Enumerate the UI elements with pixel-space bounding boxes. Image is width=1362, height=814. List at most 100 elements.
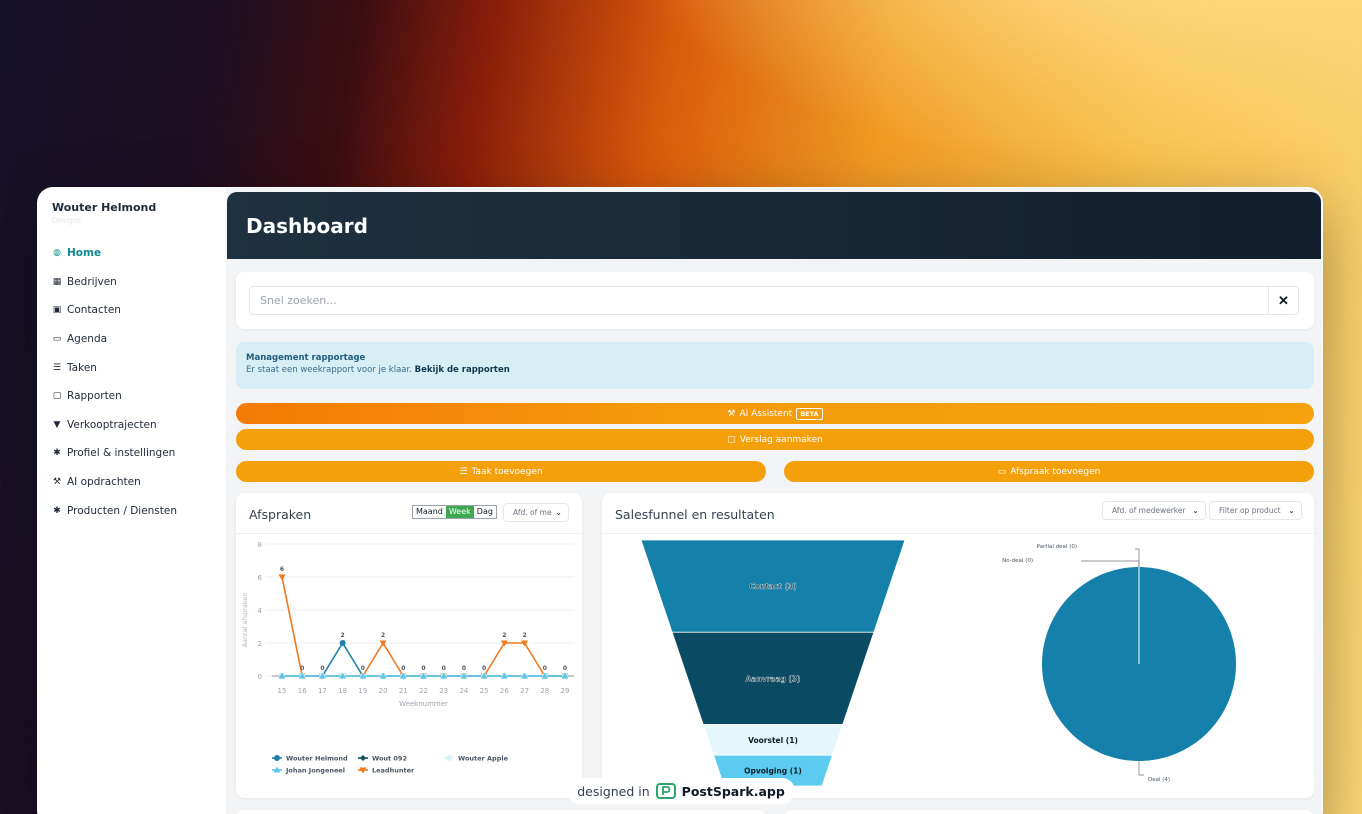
gear-icon: ✱ [53, 505, 61, 516]
x-tick-label: 26 [500, 687, 509, 695]
sidebar-item-ai-opdrachten[interactable]: ⚒ AI opdrachten [52, 468, 226, 497]
period-option-dag[interactable]: Dag [474, 506, 496, 518]
search-input[interactable] [249, 286, 1269, 315]
legend-label: Wouter Apple [458, 755, 509, 763]
funnel-label: Opvolging (1) [744, 767, 802, 776]
legend-label: Leadhunter [372, 767, 415, 775]
contact-card-icon: ▣ [52, 305, 62, 316]
dashboard-icon: ◍ [53, 248, 61, 259]
app-window: Wouter Helmond Designs ◍ Home ▦ Bedrijven ▣ C… [37, 187, 1323, 814]
x-tick-label: 17 [318, 687, 327, 695]
calendar-icon: ▭ [52, 334, 62, 345]
x-tick-label: 18 [338, 687, 347, 695]
sidebar-item-label: Profiel & instellingen [67, 447, 176, 460]
appointments-title: Afspraken [249, 507, 312, 522]
funnel-label: Voorstel (1) [748, 736, 798, 745]
data-label: 0 [442, 665, 446, 672]
company-name: Wouter Helmond [52, 201, 157, 214]
legend-item[interactable]: Wout 092 [358, 755, 407, 763]
sidebar-item-label: Verkooptrajecten [67, 418, 157, 431]
x-tick-label: 25 [480, 687, 489, 695]
salesfunnel-card: Salesfunnel en resultaten Afd. of medewe… [602, 493, 1314, 798]
product-filter-select[interactable]: Filter op product ⌄ [1209, 501, 1302, 520]
funnel-label: Contact (3) [749, 582, 796, 591]
sidebar-item-home[interactable]: ◍ Home [52, 239, 226, 268]
data-label: 0 [543, 665, 547, 672]
period-toggle: Maand Week Dag [412, 505, 497, 519]
data-label: 6 [280, 566, 284, 573]
x-tick-label: 28 [540, 687, 549, 695]
search-card: ✕ [236, 272, 1314, 329]
add-task-label: Taak toevoegen [471, 466, 543, 477]
pie-label-leader [1138, 761, 1144, 776]
sidebar-item-rapporten[interactable]: ▢ Rapporten [52, 382, 226, 411]
period-option-week[interactable]: Week [445, 506, 474, 518]
employee-filter-value: Afd. of medewerker [1112, 506, 1186, 515]
sidebar-item-bedrijven[interactable]: ▦ Bedrijven [52, 268, 226, 297]
legend-item[interactable]: Wouter Apple [444, 755, 509, 763]
create-report-button[interactable]: ▢ Verslag aanmaken [236, 429, 1314, 450]
search-clear-button[interactable]: ✕ [1268, 286, 1299, 315]
magic-wand-icon: ⚒ [727, 408, 736, 419]
ai-assistant-label: AI Assistent [739, 408, 793, 419]
sidebar-item-label: Taken [67, 361, 97, 374]
gear-icon: ✱ [53, 448, 61, 459]
alert-text: Er staat een weekrapport voor je klaar. [246, 365, 412, 375]
card-edge [784, 810, 1314, 814]
add-task-button[interactable]: ☰ Taak toevoegen [236, 461, 766, 482]
add-appointment-label: Afspraak toevoegen [1010, 466, 1101, 477]
badge-prefix: designed in [577, 783, 650, 799]
data-label: 0 [462, 665, 466, 672]
legend-label: Wouter Helmond [286, 755, 348, 763]
data-label: 0 [421, 665, 425, 672]
view-reports-link[interactable]: Bekijk de rapporten [415, 365, 510, 375]
sidebar-item-agenda[interactable]: ▭ Agenda [52, 325, 226, 354]
sidebar-item-verkooptrajecten[interactable]: ▼ Verkooptrajecten [52, 411, 226, 440]
legend-label: Johan Jongeneel [285, 767, 345, 775]
data-label: 0 [361, 665, 365, 672]
y-tick-label: 8 [258, 541, 262, 549]
sidebar-item-producten-diensten[interactable]: ✱ Producten / Diensten [52, 496, 226, 525]
alert-body: Er staat een weekrapport voor je klaar. … [246, 365, 1304, 375]
ai-assistant-button[interactable]: ⚒ AI Assistent BETA [236, 403, 1314, 424]
employee-filter-select[interactable]: Afd. of medewerker ⌄ [1102, 501, 1206, 520]
sidebar-item-contacten[interactable]: ▣ Contacten [52, 296, 226, 325]
period-option-maand[interactable]: Maand [413, 506, 446, 518]
note-icon: ▢ [52, 391, 62, 402]
legend-marker [360, 755, 366, 761]
pie-label: Partial deal (0) [1037, 544, 1077, 550]
legend-item[interactable]: Johan Jongeneel [272, 766, 345, 775]
task-list-icon: ☰ [52, 362, 62, 373]
series-line-leadhunter [281, 576, 565, 677]
card-edge [236, 810, 766, 814]
legend-marker [446, 755, 452, 761]
funnel-icon: ▼ [53, 419, 61, 430]
beta-badge: BETA [796, 407, 823, 420]
x-tick-label: 16 [298, 687, 307, 695]
company-subtitle: Designs [52, 216, 81, 225]
legend-item[interactable]: Wouter Helmond [272, 755, 348, 763]
data-label: 2 [502, 632, 506, 639]
legend-item[interactable]: Leadhunter [358, 767, 415, 775]
deal-result-pie-chart: Partial deal (0) No-deal (0) Deal (4) [1002, 544, 1236, 783]
x-tick-label: 19 [358, 687, 367, 695]
sidebar-item-label: Contacten [67, 304, 121, 317]
sidebar-item-profiel-instellingen[interactable]: ✱ Profiel & instellingen [52, 439, 226, 468]
header-bar: Dashboard [227, 192, 1321, 259]
appointments-line-chart: 0246815 16 17 18 19 20 21 22 23 24 25 26 27 28 29Weekn… [241, 541, 574, 775]
department-filter-value: Afd. of me [513, 508, 552, 517]
y-axis-label: Aantal afspraken [241, 592, 249, 647]
y-tick-label: 0 [258, 673, 262, 681]
create-report-label: Verslag aanmaken [739, 434, 823, 445]
sidebar-item-taken[interactable]: ☰ Taken [52, 353, 226, 382]
x-tick-label: 29 [561, 687, 570, 695]
chevron-down-icon: ⌄ [1192, 506, 1199, 515]
add-appointment-button[interactable]: ▭ Afspraak toevoegen [784, 461, 1314, 482]
note-icon: ▢ [727, 434, 736, 445]
chevron-down-icon: ⌄ [1288, 506, 1295, 515]
designed-in-badge: designed in PostSpark.app [567, 778, 795, 804]
x-axis-label: Weeknummer [399, 700, 448, 708]
department-filter-select[interactable]: Afd. of me ⌄ [503, 503, 569, 522]
magic-wand-icon: ⚒ [52, 477, 62, 488]
management-report-alert: Management rapportage Er staat een weekr… [236, 342, 1314, 389]
